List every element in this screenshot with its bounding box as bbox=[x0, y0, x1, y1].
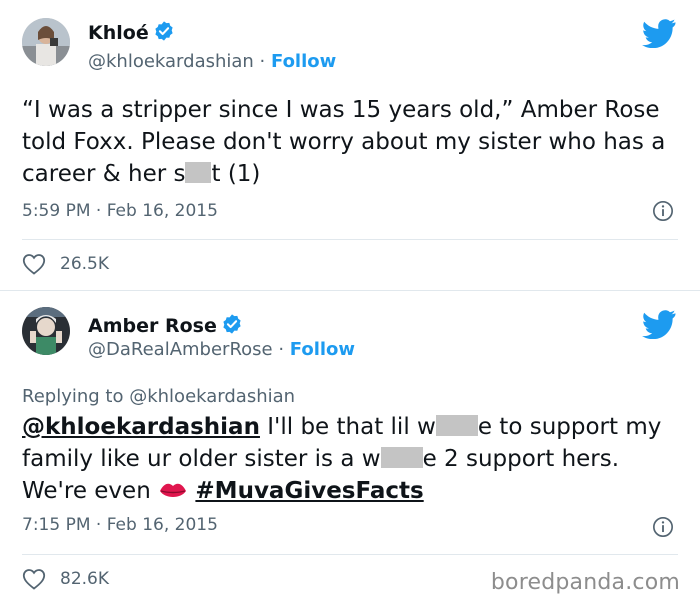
handle[interactable]: @khloekardashian bbox=[88, 51, 254, 72]
like-count: 82.6K bbox=[60, 569, 109, 589]
tweet-text: @khloekardashian I'll be that lil we to … bbox=[22, 411, 682, 507]
info-icon[interactable] bbox=[652, 516, 674, 538]
timestamp[interactable]: 5:59 PM · Feb 16, 2015 bbox=[22, 201, 218, 221]
handle-line: @DaRealAmberRose · Follow bbox=[88, 339, 356, 360]
tweet-text-part: “I was a stripper since I was 15 years o… bbox=[22, 97, 666, 187]
tweet-text: “I was a stripper since I was 15 years o… bbox=[22, 94, 682, 190]
hashtag-link[interactable]: #MuvaGivesFacts bbox=[195, 478, 423, 504]
heart-icon bbox=[22, 569, 46, 590]
replying-to-label: Replying to bbox=[22, 386, 124, 407]
display-name-text: Amber Rose bbox=[88, 315, 217, 337]
tweet-text-part: I'll be that lil w bbox=[259, 414, 436, 440]
follow-button[interactable]: Follow bbox=[290, 339, 355, 360]
tweet-text-part: t (1) bbox=[211, 161, 261, 187]
tweet-card-amber-rose: Amber Rose @DaRealAmberRose · Follow Rep… bbox=[0, 291, 700, 607]
twitter-bird-icon[interactable] bbox=[642, 18, 676, 48]
verified-badge-icon bbox=[223, 314, 241, 334]
twitter-bird-icon[interactable] bbox=[642, 309, 676, 339]
like-count: 26.5K bbox=[60, 254, 109, 274]
handle[interactable]: @DaRealAmberRose bbox=[88, 339, 273, 360]
display-name[interactable]: Amber Rose bbox=[88, 313, 243, 337]
boredpanda-watermark: boredpanda.com bbox=[490, 570, 680, 595]
like-button[interactable]: 82.6K bbox=[22, 568, 109, 590]
replying-to-handle[interactable]: @khloekardashian bbox=[129, 386, 295, 407]
tweet-card-khloe: Khloé @khloekardashian · Follow “I was a… bbox=[0, 0, 700, 291]
heart-icon bbox=[22, 254, 46, 275]
replying-to: Replying to @khloekardashian bbox=[22, 386, 295, 407]
info-icon[interactable] bbox=[652, 200, 674, 222]
censor-block bbox=[380, 447, 423, 468]
censor-block bbox=[185, 162, 212, 183]
divider bbox=[22, 239, 678, 240]
avatar[interactable] bbox=[22, 18, 70, 66]
like-button[interactable]: 26.5K bbox=[22, 253, 109, 275]
mention-link[interactable]: @khloekardashian bbox=[22, 414, 260, 440]
follow-button[interactable]: Follow bbox=[271, 51, 336, 72]
handle-line: @khloekardashian · Follow bbox=[88, 51, 337, 72]
avatar[interactable] bbox=[22, 307, 70, 355]
display-name-text: Khloé bbox=[88, 22, 149, 44]
timestamp[interactable]: 7:15 PM · Feb 16, 2015 bbox=[22, 515, 218, 535]
divider bbox=[22, 554, 678, 555]
kiss-lips-icon bbox=[160, 483, 187, 497]
verified-badge-icon bbox=[155, 21, 173, 41]
display-name[interactable]: Khloé bbox=[88, 20, 175, 44]
censor-block bbox=[435, 415, 478, 436]
